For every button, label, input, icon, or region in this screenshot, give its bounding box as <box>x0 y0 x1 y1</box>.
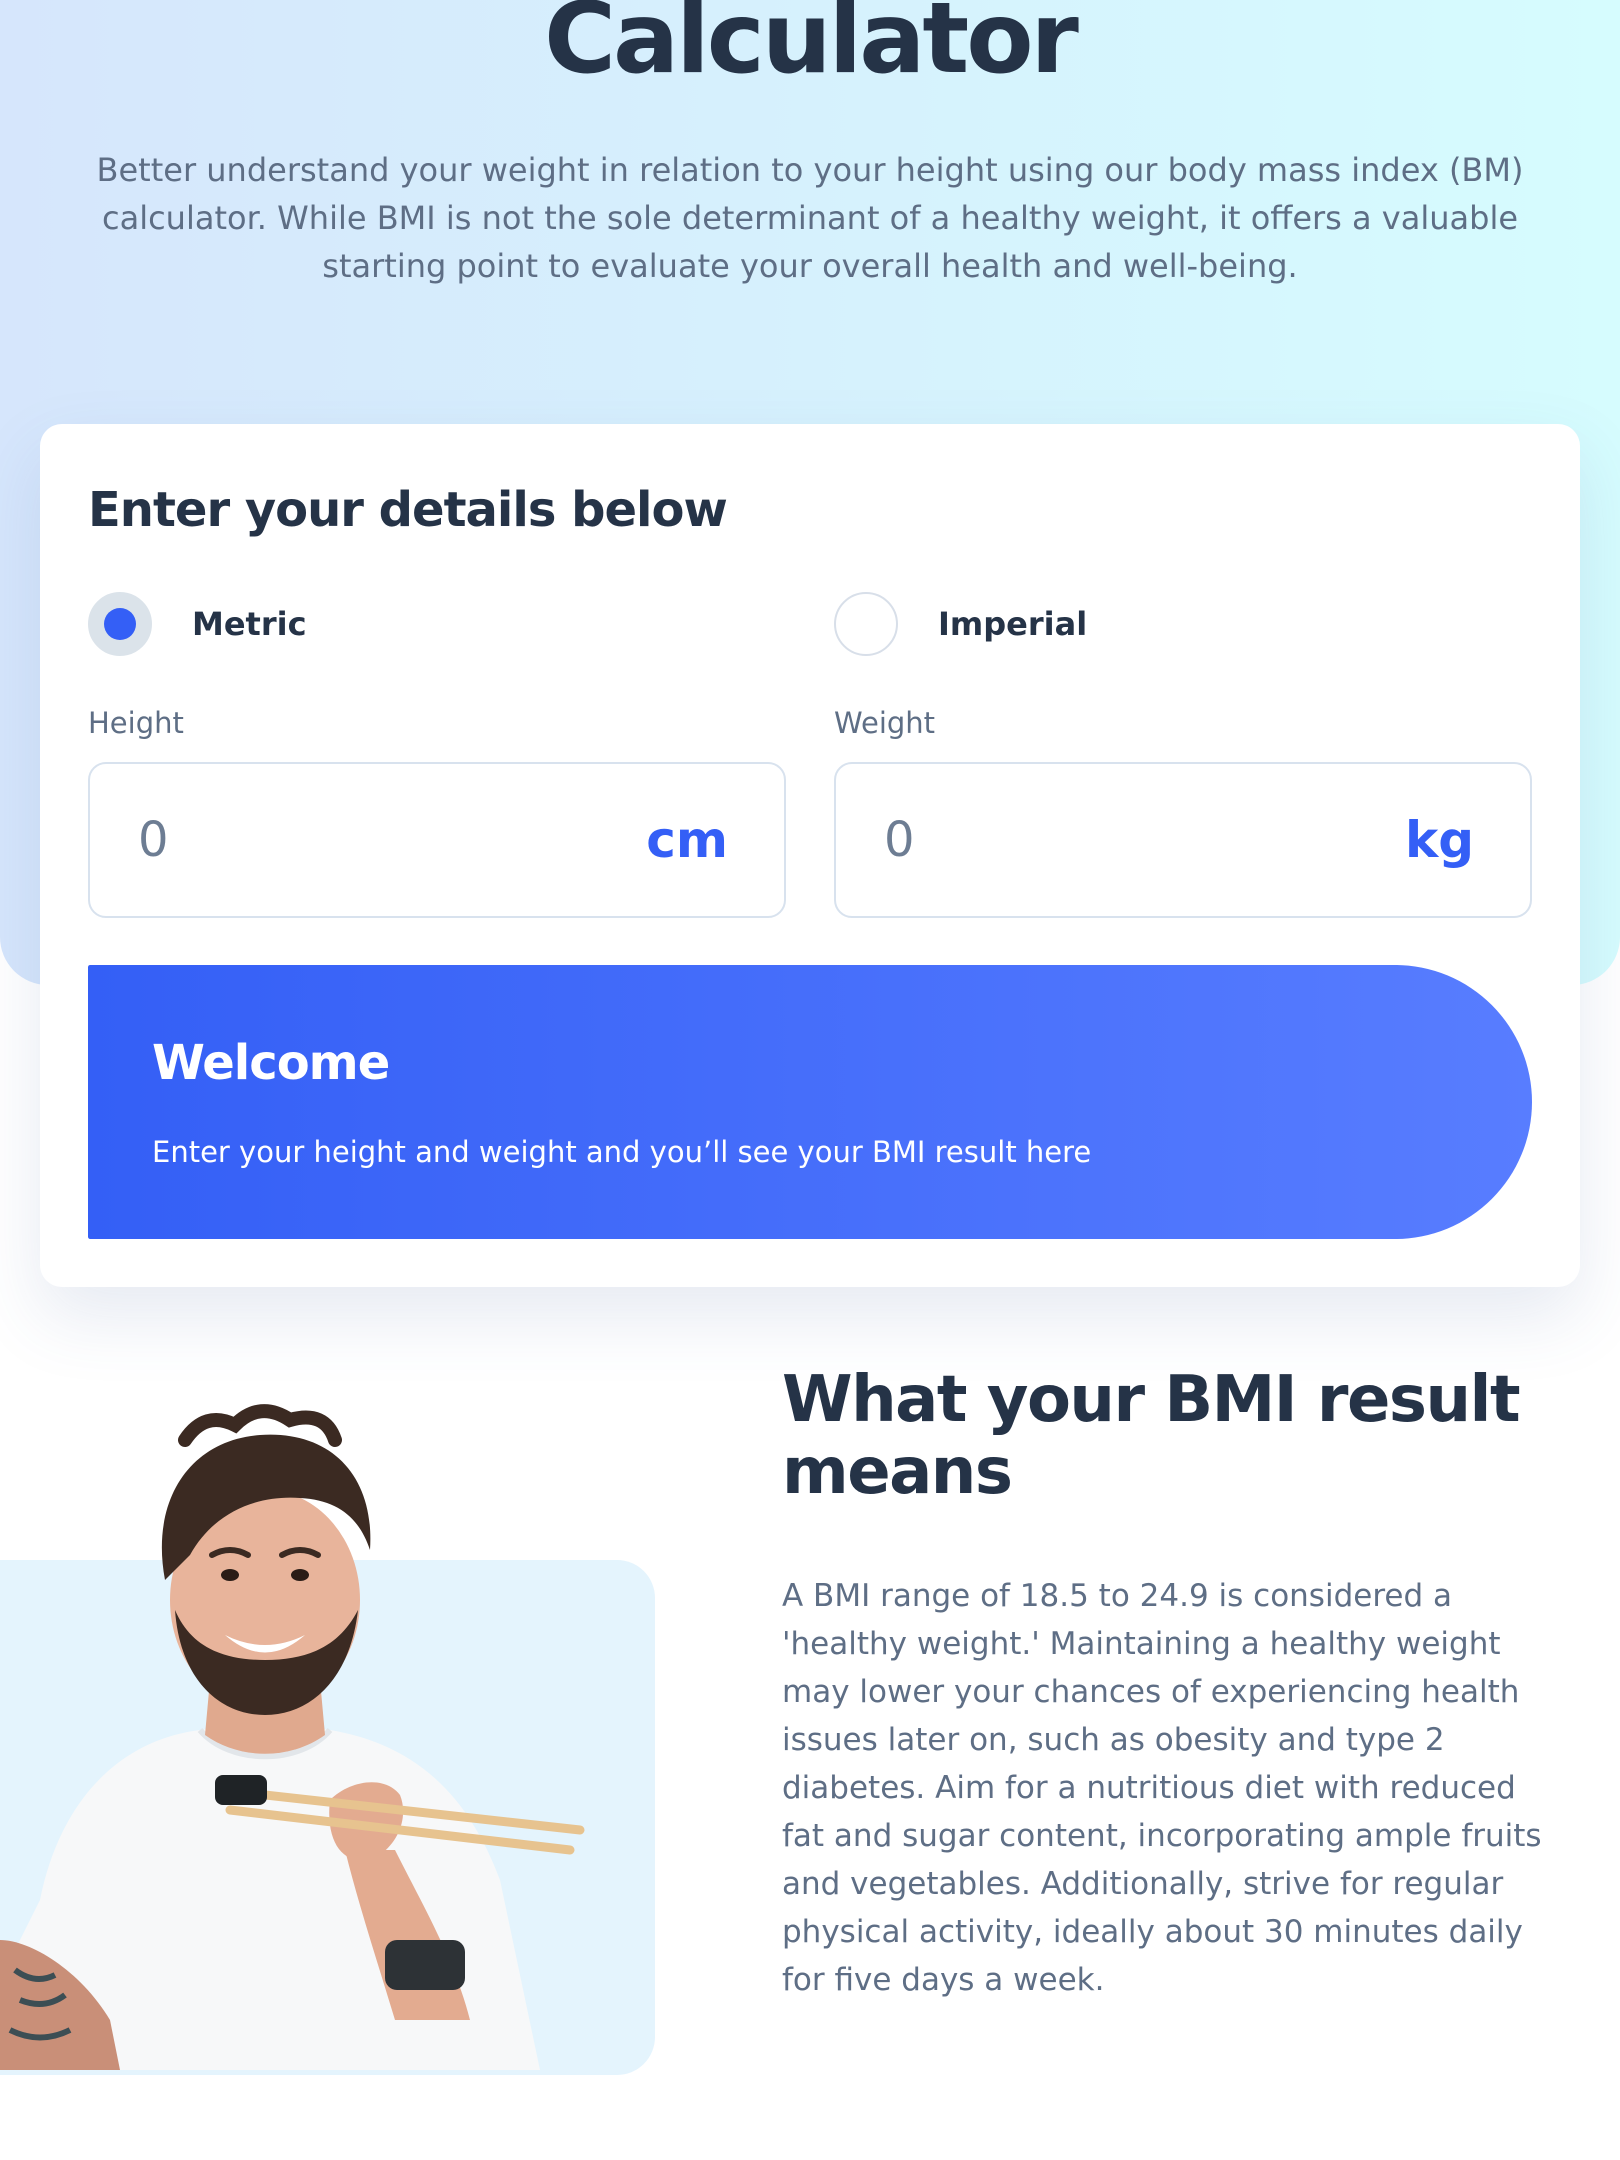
page-title: Calculator <box>544 0 1079 96</box>
metric-label: Metric <box>192 605 307 643</box>
result-description: Enter your height and weight and you’ll … <box>152 1135 1092 1169</box>
weight-input[interactable]: 0 kg <box>834 762 1532 918</box>
weight-label: Weight <box>834 706 936 740</box>
metric-radio-option[interactable]: Metric <box>88 592 307 656</box>
imperial-label: Imperial <box>938 605 1088 643</box>
height-label: Height <box>88 706 184 740</box>
radio-selected-dot <box>104 608 136 640</box>
weight-input-placeholder: 0 <box>884 812 915 868</box>
hero-description: Better understand your weight in relatio… <box>96 151 1524 285</box>
bmi-meaning-description: A BMI range of 18.5 to 24.9 is considere… <box>782 1578 1542 1998</box>
height-input-placeholder: 0 <box>138 812 169 868</box>
imperial-radio-button[interactable] <box>834 592 898 656</box>
weight-unit: kg <box>1404 811 1474 869</box>
bmi-calculator-card: Enter your details below Metric Imperial… <box>40 424 1580 1287</box>
height-input[interactable]: 0 cm <box>88 762 786 918</box>
card-title: Enter your details below <box>88 482 728 538</box>
height-unit: cm <box>646 811 728 869</box>
metric-radio-button[interactable] <box>88 592 152 656</box>
result-title: Welcome <box>152 1035 390 1091</box>
man-eating-sushi-illustration <box>0 1404 585 2070</box>
bmi-result-banner: Welcome Enter your height and weight and… <box>88 965 1532 1239</box>
imperial-radio-option[interactable]: Imperial <box>834 592 1087 656</box>
bmi-meaning-title: What your BMI result means <box>782 1363 1521 1509</box>
